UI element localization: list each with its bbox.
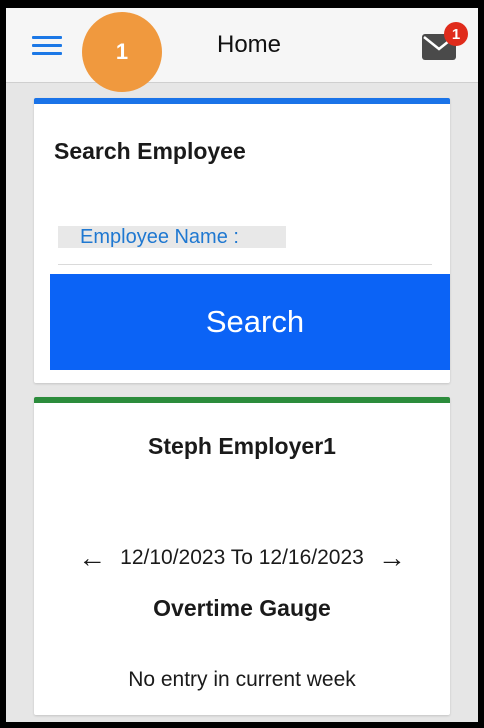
search-card-title: Search Employee <box>54 138 246 164</box>
search-button[interactable]: Search <box>50 274 450 370</box>
employer-name: Steph Employer1 <box>148 433 336 459</box>
page-title: Home <box>216 31 282 58</box>
top-bar: Home 1 <box>6 8 478 83</box>
employee-name-label[interactable]: Employee Name : <box>58 226 286 248</box>
app-frame: Home 1 1 Search Employee Employee Name :… <box>0 0 484 728</box>
employer-summary-card: Steph Employer1 ← 12/10/2023 To 12/16/20… <box>34 397 450 715</box>
arrow-left-icon[interactable]: ← <box>78 543 106 573</box>
overtime-gauge-title: Overtime Gauge <box>153 595 331 621</box>
notification-count-badge: 1 <box>444 22 468 46</box>
empty-state-text: No entry in current week <box>128 668 356 691</box>
arrow-right-icon[interactable]: → <box>378 543 406 573</box>
employee-name-input-underline <box>58 264 432 265</box>
step-marker-badge: 1 <box>82 12 162 92</box>
date-range: 12/10/2023 To 12/16/2023 <box>120 546 364 569</box>
week-navigator: ← 12/10/2023 To 12/16/2023 → <box>34 543 450 573</box>
mail-button[interactable]: 1 <box>422 22 468 60</box>
search-employee-card: Search Employee Employee Name : Search <box>34 98 450 383</box>
